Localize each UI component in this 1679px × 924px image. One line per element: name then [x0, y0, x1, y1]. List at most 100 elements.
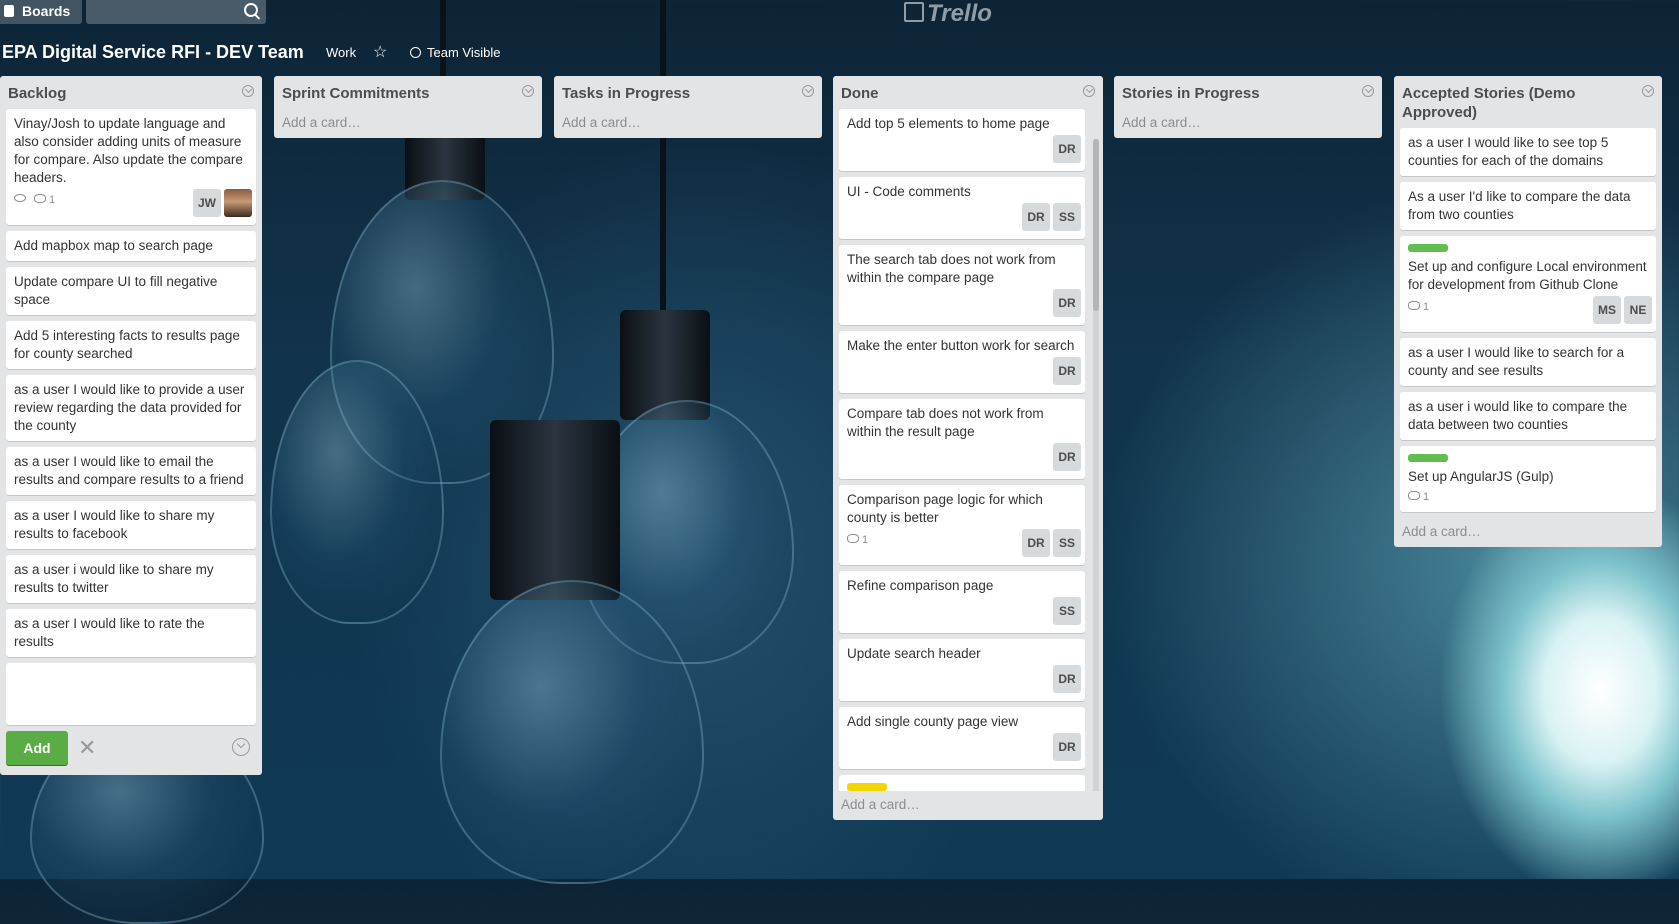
comment-icon [847, 534, 859, 543]
search-icon[interactable] [244, 3, 258, 17]
add-card-link[interactable]: Add a card… [274, 109, 542, 138]
member-avatar[interactable]: DR [1053, 357, 1081, 385]
comment-count: 1 [49, 194, 56, 206]
list-title[interactable]: Backlog [8, 85, 66, 102]
list-backlog: Backlog Vinay/Josh to update language an… [0, 76, 262, 775]
member-avatar[interactable]: DR [1053, 733, 1081, 761]
scrollbar-thumb[interactable] [1093, 139, 1099, 311]
card-title: Comparison page logic for which county i… [847, 492, 1043, 525]
add-card-link[interactable]: Add a card… [1114, 109, 1382, 138]
card-label [847, 783, 887, 791]
card-title: Add mapbox map to search page [14, 238, 213, 253]
card[interactable]: as a user i would like to compare the da… [1400, 392, 1656, 440]
card[interactable]: as a user I would like to provide a user… [6, 375, 256, 441]
card[interactable]: as a user I would like to share my resul… [6, 501, 256, 549]
list-menu-icon[interactable] [802, 85, 814, 97]
card-title: Set up AngularJS (Gulp) [1408, 469, 1554, 484]
card[interactable]: The search tab does not work from within… [839, 245, 1085, 325]
member-avatar[interactable]: DR [1053, 135, 1081, 163]
card-badges: 1 [1408, 488, 1648, 506]
list-menu-icon[interactable] [242, 85, 254, 97]
card-title: Compare tab does not work from within th… [847, 406, 1044, 439]
member-avatar[interactable]: JW [193, 189, 221, 217]
search-input[interactable] [86, 0, 266, 24]
comment-count: 1 [1423, 301, 1430, 313]
card[interactable]: Refine comparison page SS [839, 571, 1085, 633]
card-title: as a user I would like to share my resul… [14, 508, 215, 541]
comment-icon [1408, 301, 1420, 310]
star-icon[interactable]: ☆ [373, 42, 387, 62]
card-title: Update search header [847, 646, 981, 661]
member-avatar[interactable]: MS [1593, 296, 1621, 324]
trello-logo[interactable]: Trello [904, 0, 992, 28]
card-title: Add 5 interesting facts to results page … [14, 328, 240, 361]
card[interactable]: Vinay/Josh to update language and also c… [6, 109, 256, 225]
comment-count: 1 [1423, 491, 1430, 503]
list-title[interactable]: Accepted Stories (Demo Approved) [1402, 85, 1575, 121]
card[interactable]: as a user I would like to search for a c… [1400, 338, 1656, 386]
card[interactable]: as a user I would like to email the resu… [6, 447, 256, 495]
close-icon[interactable]: ✕ [78, 735, 96, 761]
add-card-link[interactable]: Add a card… [554, 109, 822, 138]
add-card-link[interactable]: Add a card… [1394, 518, 1662, 547]
card-title: Vinay/Josh to update language and also c… [14, 116, 243, 185]
list-menu-icon[interactable] [522, 85, 534, 97]
member-avatar[interactable]: DR [1053, 289, 1081, 317]
card-partial[interactable] [839, 775, 1085, 791]
member-avatar[interactable]: DR [1022, 529, 1050, 557]
list-accepted-stories: Accepted Stories (Demo Approved) as a us… [1394, 76, 1662, 547]
member-avatar[interactable]: NE [1624, 296, 1652, 324]
comment-icon [1408, 491, 1420, 500]
card[interactable]: Add 5 interesting facts to results page … [6, 321, 256, 369]
card-list: Vinay/Josh to update language and also c… [0, 109, 262, 775]
card-composer-input[interactable] [6, 663, 256, 725]
card[interactable]: as a user i would like to share my resul… [6, 555, 256, 603]
card[interactable]: as a user I would like to rate the resul… [6, 609, 256, 657]
visibility-button[interactable]: Team Visible [410, 45, 500, 60]
member-avatar-photo[interactable] [224, 189, 252, 217]
member-avatar[interactable]: DR [1053, 665, 1081, 693]
visibility-label: Team Visible [427, 45, 501, 60]
card[interactable]: Add mapbox map to search page [6, 231, 256, 261]
card[interactable]: Comparison page logic for which county i… [839, 485, 1085, 565]
card[interactable]: Make the enter button work for search DR [839, 331, 1085, 393]
member-avatar[interactable]: DR [1053, 443, 1081, 471]
list-title[interactable]: Tasks in Progress [562, 85, 690, 102]
card[interactable]: as a user I would like to see top 5 coun… [1400, 128, 1656, 176]
boards-button[interactable]: Boards [0, 0, 82, 24]
card[interactable]: Update search header DR [839, 639, 1085, 701]
card[interactable]: Set up and configure Local environment f… [1400, 236, 1656, 332]
list-menu-icon[interactable] [1083, 85, 1095, 97]
list-scrollbar[interactable] [1093, 139, 1099, 791]
board-title[interactable]: EPA Digital Service RFI - DEV Team [2, 42, 304, 63]
add-card-button[interactable]: Add [6, 731, 68, 765]
card-title: UI - Code comments [847, 184, 971, 199]
member-avatar[interactable]: SS [1053, 203, 1081, 231]
card[interactable]: Set up AngularJS (Gulp) 1 [1400, 446, 1656, 512]
board-org-link[interactable]: Work [326, 45, 356, 60]
list-menu-icon[interactable] [1642, 85, 1654, 97]
member-avatar[interactable]: DR [1022, 203, 1050, 231]
top-bar: Boards Trello [0, 0, 1679, 28]
list-title[interactable]: Done [841, 85, 879, 102]
member-avatar[interactable]: SS [1053, 597, 1081, 625]
card[interactable]: Add top 5 elements to home page DR [839, 109, 1085, 171]
card-title: as a user I would like to provide a user… [14, 382, 245, 433]
card-title: Set up and configure Local environment f… [1408, 259, 1647, 292]
card[interactable]: As a user I'd like to compare the data f… [1400, 182, 1656, 230]
list-menu-icon[interactable] [1362, 85, 1374, 97]
composer-controls: Add ✕ [6, 731, 256, 775]
member-avatar[interactable]: SS [1053, 529, 1081, 557]
card[interactable]: Add single county page view DR [839, 707, 1085, 769]
card[interactable]: Compare tab does not work from within th… [839, 399, 1085, 479]
list-title[interactable]: Stories in Progress [1122, 85, 1260, 102]
list-title[interactable]: Sprint Commitments [282, 85, 430, 102]
card-title: Add top 5 elements to home page [847, 116, 1050, 131]
card[interactable]: Update compare UI to fill negative space [6, 267, 256, 315]
add-card-link[interactable]: Add a card… [833, 791, 1103, 820]
card-title: as a user i would like to compare the da… [1408, 399, 1628, 432]
card-label [1408, 454, 1448, 462]
card[interactable]: UI - Code comments DR SS [839, 177, 1085, 239]
card-title: Add single county page view [847, 714, 1019, 729]
composer-options-icon[interactable] [232, 738, 250, 756]
